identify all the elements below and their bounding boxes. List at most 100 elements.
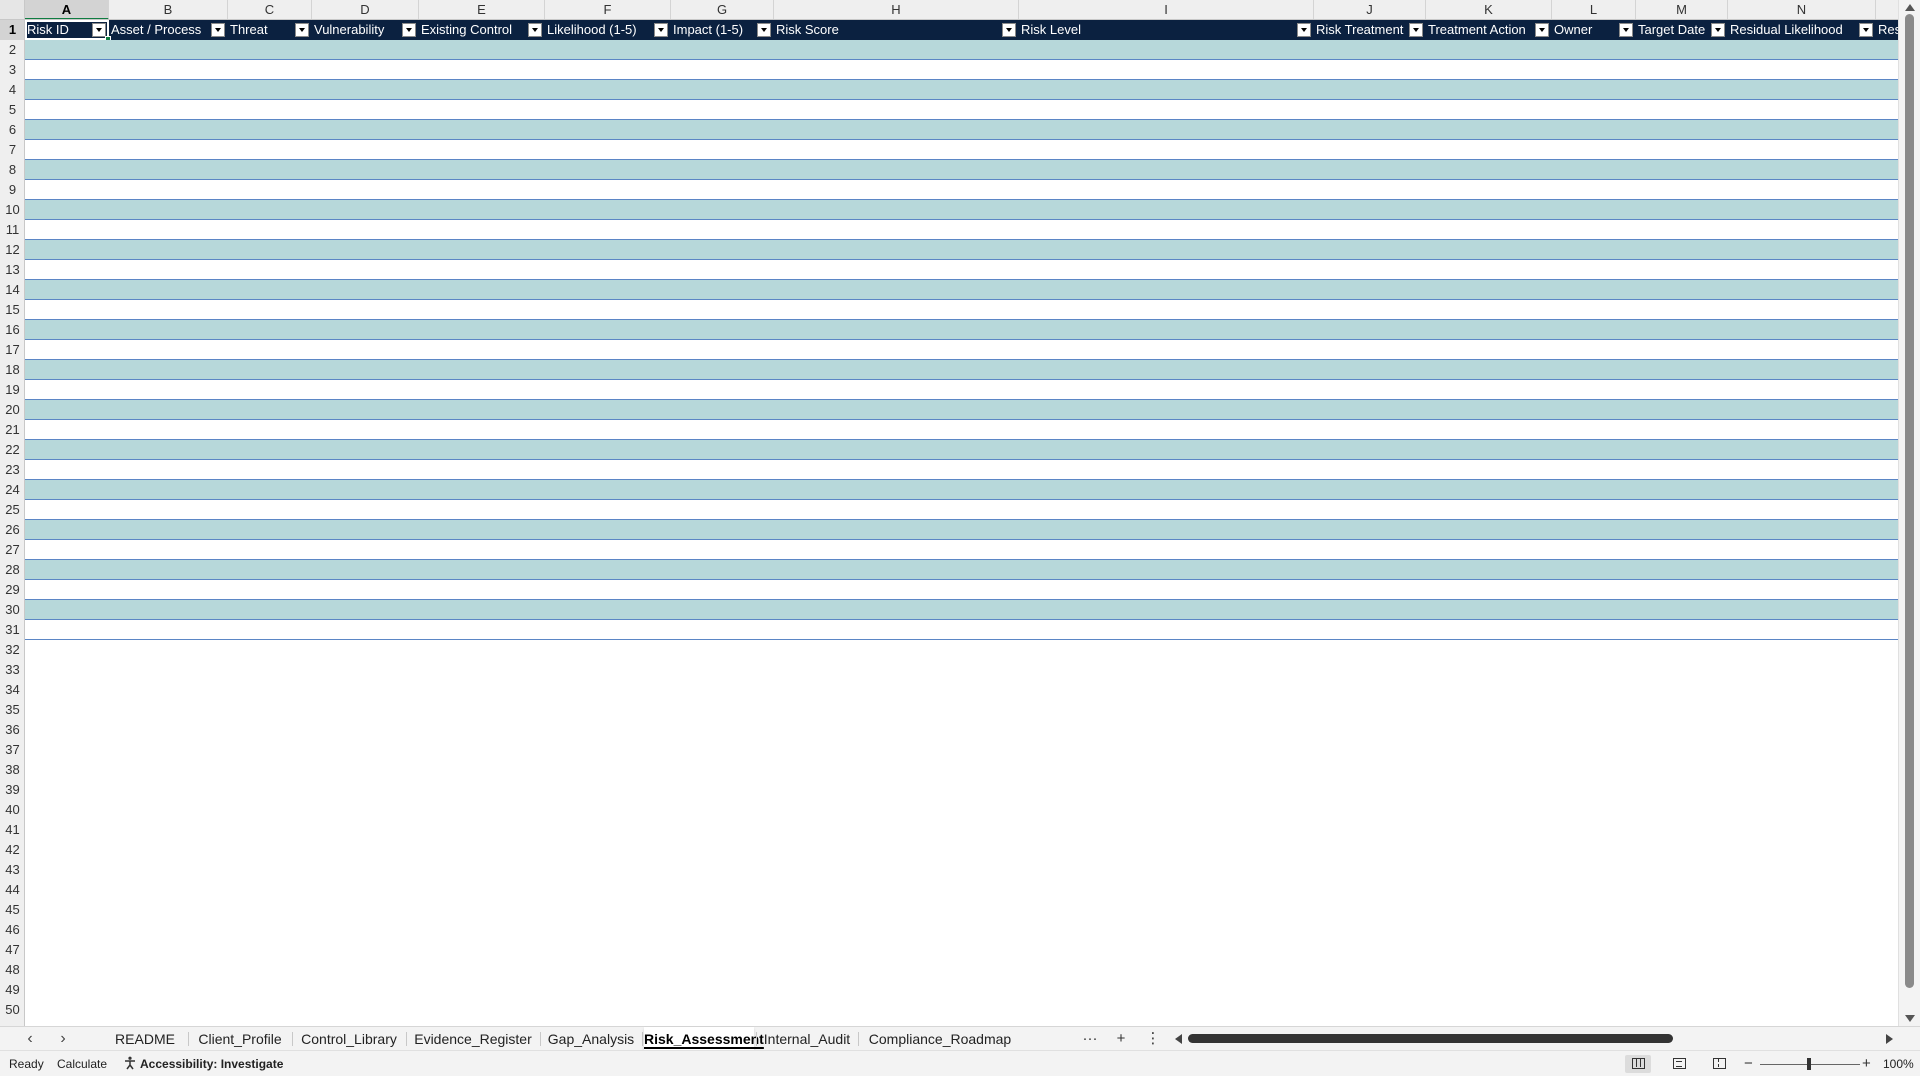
row-header[interactable]: 6 <box>0 120 24 140</box>
row-header[interactable]: 8 <box>0 160 24 180</box>
row-header[interactable]: 36 <box>0 720 24 740</box>
row-header[interactable]: 17 <box>0 340 24 360</box>
row-header[interactable]: 5 <box>0 100 24 120</box>
row-header[interactable]: 29 <box>0 580 24 600</box>
zoom-slider-thumb[interactable] <box>1807 1058 1811 1070</box>
table-header-cell[interactable]: Existing Control <box>419 20 545 40</box>
row-header[interactable]: 19 <box>0 380 24 400</box>
row-header[interactable]: 11 <box>0 220 24 240</box>
table-row[interactable] <box>25 80 1898 100</box>
vertical-scroll-thumb[interactable] <box>1905 14 1914 988</box>
scroll-right-icon[interactable] <box>1886 1034 1893 1044</box>
table-row[interactable] <box>25 520 1898 540</box>
table-row[interactable] <box>25 140 1898 160</box>
row-header[interactable]: 43 <box>0 860 24 880</box>
zoom-in-button[interactable]: + <box>1862 1051 1871 1076</box>
row-header[interactable]: 42 <box>0 840 24 860</box>
row-header[interactable]: 4 <box>0 80 24 100</box>
row-header[interactable]: 15 <box>0 300 24 320</box>
row-header[interactable]: 25 <box>0 500 24 520</box>
normal-view-button[interactable] <box>1625 1055 1651 1073</box>
row-header[interactable]: 37 <box>0 740 24 760</box>
row-header[interactable]: 49 <box>0 980 24 1000</box>
tab-control-library[interactable]: Control_Library <box>294 1027 404 1051</box>
row-header[interactable]: 33 <box>0 660 24 680</box>
page-layout-view-button[interactable] <box>1666 1055 1692 1073</box>
table-row[interactable] <box>25 540 1898 560</box>
table-row[interactable] <box>25 440 1898 460</box>
row-header[interactable]: 26 <box>0 520 24 540</box>
vertical-scrollbar[interactable] <box>1898 0 1920 1026</box>
table-row[interactable] <box>25 340 1898 360</box>
tab-internal-audit[interactable]: Internal_Audit <box>758 1027 856 1051</box>
table-row[interactable] <box>25 360 1898 380</box>
column-header-i[interactable]: I <box>1019 0 1314 19</box>
table-row[interactable] <box>25 60 1898 80</box>
row-header[interactable]: 2 <box>0 40 24 60</box>
horizontal-scroll-thumb[interactable] <box>1188 1034 1673 1043</box>
next-sheet-icon[interactable]: › <box>53 1027 73 1051</box>
cell-area[interactable]: Risk ID Asset / Process Threat Vulnerabilit… <box>25 20 1898 1026</box>
zoom-level[interactable]: 100% <box>1883 1051 1914 1076</box>
row-header[interactable]: 22 <box>0 440 24 460</box>
filter-dropdown-icon[interactable] <box>1535 23 1549 37</box>
table-row[interactable] <box>25 320 1898 340</box>
row-header[interactable]: 31 <box>0 620 24 640</box>
scroll-down-icon[interactable] <box>1905 1015 1915 1022</box>
column-header-k[interactable]: K <box>1426 0 1552 19</box>
column-header-m[interactable]: M <box>1636 0 1728 19</box>
more-sheets-icon[interactable]: ··· <box>1080 1027 1100 1051</box>
row-header[interactable]: 12 <box>0 240 24 260</box>
table-row[interactable] <box>25 560 1898 580</box>
row-header[interactable]: 10 <box>0 200 24 220</box>
table-row[interactable] <box>25 600 1898 620</box>
column-header-e[interactable]: E <box>419 0 545 19</box>
column-header-c[interactable]: C <box>228 0 312 19</box>
row-header[interactable]: 13 <box>0 260 24 280</box>
tab-options-icon[interactable]: ⋮ <box>1145 1027 1161 1051</box>
calculate-button[interactable]: Calculate <box>57 1051 107 1076</box>
row-header[interactable]: 40 <box>0 800 24 820</box>
row-header[interactable]: 41 <box>0 820 24 840</box>
column-header-a[interactable]: A <box>25 0 109 19</box>
filter-dropdown-icon[interactable] <box>92 23 106 37</box>
tab-compliance-roadmap[interactable]: Compliance_Roadmap <box>860 1027 1020 1051</box>
table-row[interactable] <box>25 480 1898 500</box>
scroll-up-icon[interactable] <box>1905 4 1915 11</box>
table-header-cell[interactable]: Likelihood (1-5) <box>545 20 671 40</box>
row-header[interactable]: 50 <box>0 1000 24 1020</box>
filter-dropdown-icon[interactable] <box>757 23 771 37</box>
table-row[interactable] <box>25 180 1898 200</box>
column-header-d[interactable]: D <box>312 0 419 19</box>
column-header-f[interactable]: F <box>545 0 671 19</box>
scroll-left-icon[interactable] <box>1175 1034 1182 1044</box>
table-row[interactable] <box>25 220 1898 240</box>
row-header[interactable]: 7 <box>0 140 24 160</box>
zoom-out-button[interactable]: − <box>1744 1051 1753 1076</box>
column-header-h[interactable]: H <box>774 0 1019 19</box>
add-sheet-icon[interactable]: + <box>1111 1027 1131 1051</box>
row-header[interactable]: 35 <box>0 700 24 720</box>
table-row[interactable] <box>25 120 1898 140</box>
row-header[interactable]: 46 <box>0 920 24 940</box>
row-header[interactable]: 24 <box>0 480 24 500</box>
table-row[interactable] <box>25 420 1898 440</box>
row-header[interactable]: 23 <box>0 460 24 480</box>
filter-dropdown-icon[interactable] <box>654 23 668 37</box>
table-header-cell[interactable]: Residual Impact <box>1876 20 1898 40</box>
row-header[interactable]: 44 <box>0 880 24 900</box>
column-header-l[interactable]: L <box>1552 0 1636 19</box>
page-break-view-button[interactable] <box>1706 1055 1732 1073</box>
row-header[interactable]: 16 <box>0 320 24 340</box>
column-header-g[interactable]: G <box>671 0 774 19</box>
row-header[interactable]: 9 <box>0 180 24 200</box>
row-header[interactable]: 27 <box>0 540 24 560</box>
table-row[interactable] <box>25 460 1898 480</box>
row-header[interactable]: 48 <box>0 960 24 980</box>
spreadsheet-grid[interactable]: ABCDEFGHIJKLMNO 123456789101112131415161… <box>0 0 1920 1026</box>
filter-dropdown-icon[interactable] <box>1409 23 1423 37</box>
table-header-cell[interactable]: Risk Level <box>1019 20 1314 40</box>
table-row[interactable] <box>25 200 1898 220</box>
table-row[interactable] <box>25 580 1898 600</box>
filter-dropdown-icon[interactable] <box>402 23 416 37</box>
